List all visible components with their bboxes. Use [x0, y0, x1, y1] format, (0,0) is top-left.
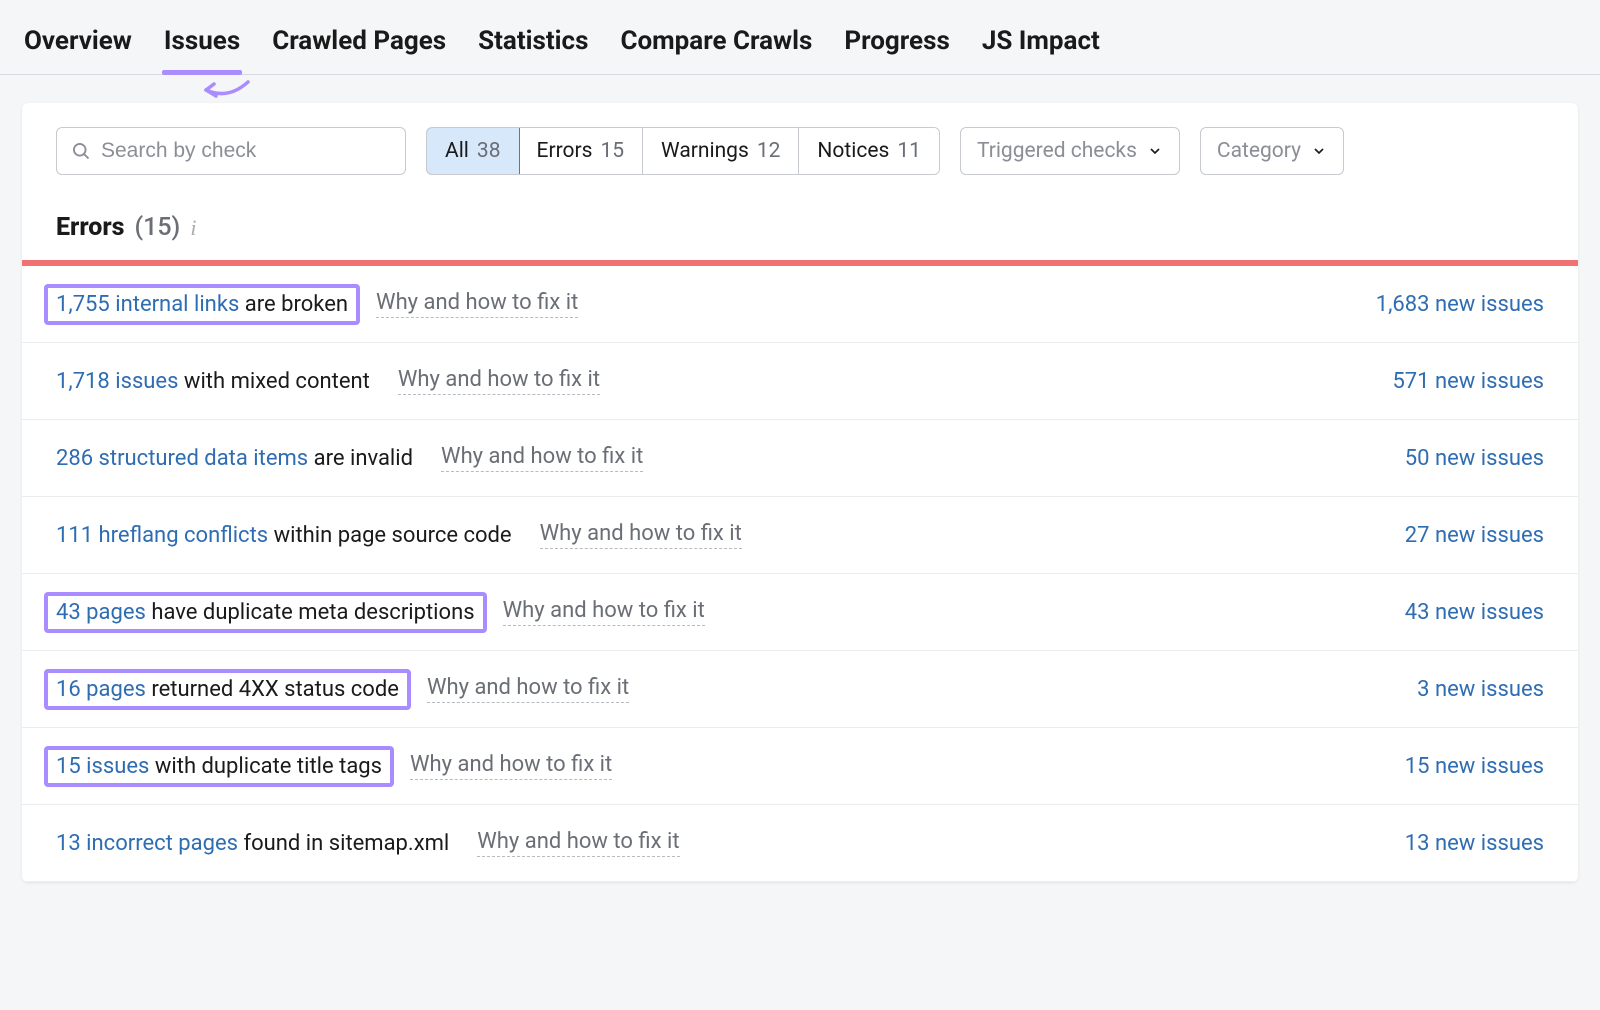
filter-count: 11 — [897, 139, 921, 163]
issue-link[interactable]: 1,755 internal links — [56, 292, 239, 317]
search-input-wrapper[interactable] — [56, 127, 406, 175]
dropdown-label: Category — [1217, 139, 1301, 163]
filter-warnings[interactable]: Warnings 12 — [643, 128, 799, 174]
issue-description: 1,718 issues with mixed content — [56, 369, 370, 394]
new-issues-link[interactable]: 15 new issues — [1405, 754, 1544, 779]
issue-description: 286 structured data items are invalid — [56, 446, 413, 471]
annotation-arrow-icon — [198, 76, 258, 106]
filter-segments: All 38 Errors 15 Warnings 12 Notices 11 — [426, 127, 940, 175]
issue-row: 43 pages have duplicate meta description… — [22, 574, 1578, 651]
issue-link[interactable]: 13 incorrect pages — [56, 831, 238, 856]
filter-count: 15 — [600, 139, 624, 163]
issue-row-left: 16 pages returned 4XX status code Why and… — [56, 675, 629, 703]
filter-label: All — [445, 139, 469, 163]
issue-text-suffix: are broken — [239, 292, 348, 317]
issue-description: 13 incorrect pages found in sitemap.xml — [56, 831, 449, 856]
issue-link[interactable]: 43 pages — [56, 600, 146, 625]
issue-row: 15 issues with duplicate title tags Why a… — [22, 728, 1578, 805]
new-issues-link[interactable]: 50 new issues — [1405, 446, 1544, 471]
issue-text-suffix: have duplicate meta descriptions — [146, 600, 475, 625]
issue-description: 16 pages returned 4XX status code — [44, 669, 411, 710]
filter-label: Errors — [537, 139, 593, 163]
issue-row: 111 hreflang conflicts within page sourc… — [22, 497, 1578, 574]
filter-count: 12 — [757, 139, 781, 163]
issues-card: All 38 Errors 15 Warnings 12 Notices 11 Trigger… — [22, 103, 1578, 882]
filter-label: Notices — [817, 139, 889, 163]
issue-link[interactable]: 16 pages — [56, 677, 146, 702]
filter-label: Warnings — [661, 139, 749, 163]
issue-text-suffix: returned 4XX status code — [146, 677, 399, 702]
section-count: (15) — [134, 213, 180, 242]
how-to-fix-link[interactable]: Why and how to fix it — [427, 675, 629, 703]
issue-text-suffix: with mixed content — [178, 369, 369, 394]
section-header: Errors (15) i — [22, 175, 1578, 260]
issue-description: 111 hreflang conflicts within page sourc… — [56, 523, 512, 548]
issue-text-suffix: within page source code — [268, 523, 511, 548]
toolbar: All 38 Errors 15 Warnings 12 Notices 11 Trigger… — [22, 127, 1578, 175]
new-issues-link[interactable]: 13 new issues — [1405, 831, 1544, 856]
issue-text-suffix: are invalid — [308, 446, 413, 471]
issue-row: 1,718 issues with mixed content Why and h… — [22, 343, 1578, 420]
issue-link[interactable]: 111 hreflang conflicts — [56, 523, 268, 548]
new-issues-link[interactable]: 3 new issues — [1417, 677, 1544, 702]
issue-row: 13 incorrect pages found in sitemap.xml W… — [22, 805, 1578, 882]
issue-row: 286 structured data items are invalid Why… — [22, 420, 1578, 497]
how-to-fix-link[interactable]: Why and how to fix it — [410, 752, 612, 780]
filter-notices[interactable]: Notices 11 — [799, 128, 939, 174]
issue-row-left: 111 hreflang conflicts within page sourc… — [56, 521, 742, 549]
how-to-fix-link[interactable]: Why and how to fix it — [477, 829, 679, 857]
filter-errors[interactable]: Errors 15 — [519, 128, 644, 174]
how-to-fix-link[interactable]: Why and how to fix it — [398, 367, 600, 395]
dropdown-label: Triggered checks — [977, 139, 1137, 163]
tab-issues[interactable]: Issues — [162, 16, 242, 74]
issue-row-left: 1,755 internal links are broken Why and h… — [56, 290, 578, 318]
issue-text-suffix: found in sitemap.xml — [238, 831, 449, 856]
issue-description: 1,755 internal links are broken — [44, 284, 360, 325]
new-issues-link[interactable]: 43 new issues — [1405, 600, 1544, 625]
issue-row: 16 pages returned 4XX status code Why and… — [22, 651, 1578, 728]
issue-row-left: 286 structured data items are invalid Why… — [56, 444, 643, 472]
how-to-fix-link[interactable]: Why and how to fix it — [376, 290, 578, 318]
issue-row-left: 1,718 issues with mixed content Why and h… — [56, 367, 600, 395]
how-to-fix-link[interactable]: Why and how to fix it — [441, 444, 643, 472]
tab-overview[interactable]: Overview — [22, 16, 134, 74]
new-issues-link[interactable]: 1,683 new issues — [1376, 292, 1544, 317]
tab-statistics[interactable]: Statistics — [476, 16, 590, 74]
how-to-fix-link[interactable]: Why and how to fix it — [503, 598, 705, 626]
info-icon[interactable]: i — [190, 215, 196, 241]
chevron-down-icon — [1147, 143, 1163, 159]
search-input[interactable] — [101, 139, 391, 163]
tab-crawled-pages[interactable]: Crawled Pages — [270, 16, 448, 74]
section-title: Errors — [56, 213, 124, 242]
issue-link[interactable]: 15 issues — [56, 754, 149, 779]
issue-link[interactable]: 1,718 issues — [56, 369, 178, 394]
how-to-fix-link[interactable]: Why and how to fix it — [540, 521, 742, 549]
search-icon — [71, 141, 91, 161]
category-dropdown[interactable]: Category — [1200, 127, 1344, 175]
issue-row-left: 15 issues with duplicate title tags Why a… — [56, 752, 612, 780]
filter-count: 38 — [477, 139, 501, 163]
tab-progress[interactable]: Progress — [842, 16, 951, 74]
issue-text-suffix: with duplicate title tags — [149, 754, 382, 779]
issue-row-left: 13 incorrect pages found in sitemap.xml W… — [56, 829, 680, 857]
issue-description: 43 pages have duplicate meta description… — [44, 592, 487, 633]
issue-description: 15 issues with duplicate title tags — [44, 746, 394, 787]
issue-link[interactable]: 286 structured data items — [56, 446, 308, 471]
tab-compare-crawls[interactable]: Compare Crawls — [618, 16, 814, 74]
new-issues-link[interactable]: 27 new issues — [1405, 523, 1544, 548]
filter-all[interactable]: All 38 — [426, 127, 520, 175]
chevron-down-icon — [1311, 143, 1327, 159]
tab-js-impact[interactable]: JS Impact — [980, 16, 1102, 74]
issues-list: 1,755 internal links are broken Why and h… — [22, 266, 1578, 882]
issue-row: 1,755 internal links are broken Why and h… — [22, 266, 1578, 343]
main-tabs: Overview Issues Crawled Pages Statistics Com… — [0, 0, 1600, 75]
issue-row-left: 43 pages have duplicate meta description… — [56, 598, 705, 626]
new-issues-link[interactable]: 571 new issues — [1392, 369, 1544, 394]
triggered-checks-dropdown[interactable]: Triggered checks — [960, 127, 1180, 175]
